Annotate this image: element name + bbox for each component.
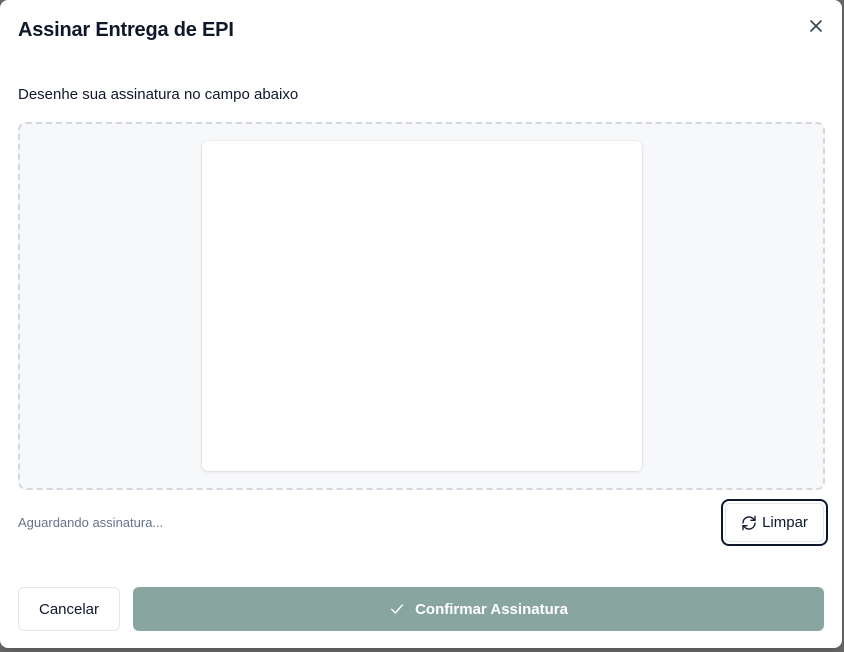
signature-area (18, 122, 825, 490)
signature-dialog: Assinar Entrega de EPI Desenhe sua assin… (0, 0, 842, 648)
confirm-button-label: Confirmar Assinatura (415, 600, 568, 618)
clear-button-label: Limpar (762, 514, 808, 531)
cancel-button-label: Cancelar (38, 600, 100, 618)
close-button[interactable] (806, 16, 826, 36)
cancel-button[interactable]: Cancelar (18, 587, 120, 631)
confirm-signature-button[interactable]: Confirmar Assinatura (133, 587, 824, 631)
close-icon (809, 19, 823, 33)
dialog-title: Assinar Entrega de EPI (18, 19, 234, 41)
signature-status: Aguardando assinatura... (18, 515, 164, 530)
signature-canvas[interactable] (202, 141, 642, 471)
check-icon (389, 601, 405, 617)
refresh-icon (741, 515, 757, 531)
signature-instruction: Desenhe sua assinatura no campo abaixo (18, 86, 299, 103)
clear-button[interactable]: Limpar (721, 499, 828, 546)
